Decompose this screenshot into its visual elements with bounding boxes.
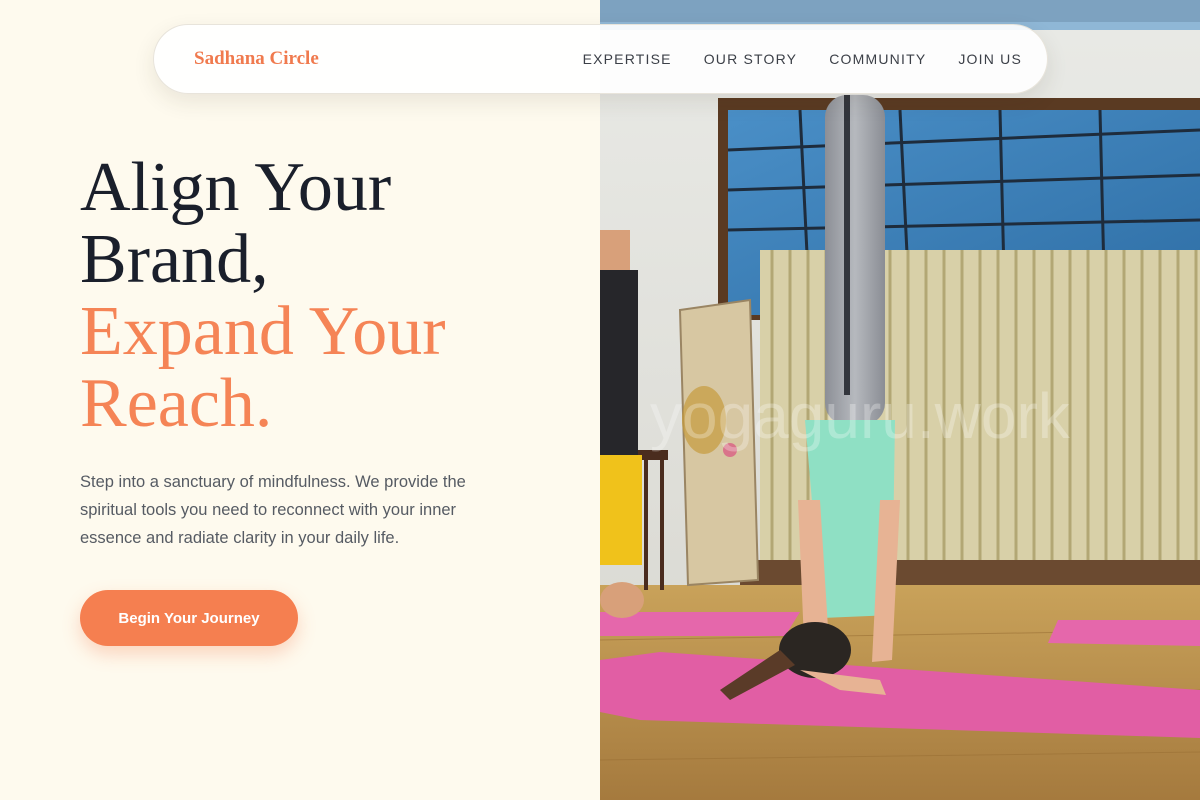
hero-headline: Align Your Brand, Expand Your Reach. <box>80 152 580 440</box>
headline-line-2: Brand, <box>80 221 269 298</box>
nav-link-our-story[interactable]: OUR STORY <box>704 51 798 67</box>
landing-page: yogaguru.work Sadhana Circle EXPERTISE O… <box>0 0 1200 800</box>
headline-accent-line-1: Expand Your <box>80 293 446 370</box>
navbar: Sadhana Circle EXPERTISE OUR STORY COMMU… <box>153 24 1048 94</box>
nav-link-expertise[interactable]: EXPERTISE <box>583 51 672 67</box>
headline-line-1: Align Your <box>80 149 392 226</box>
brand-logo[interactable]: Sadhana Circle <box>194 48 319 70</box>
image-watermark: yogaguru.work <box>650 380 1071 452</box>
hero-yoga-photo: yogaguru.work <box>600 0 1200 800</box>
nav-link-join-us[interactable]: JOIN US <box>958 51 1022 67</box>
nav-links: EXPERTISE OUR STORY COMMUNITY JOIN US <box>551 51 1022 67</box>
nav-link-community[interactable]: COMMUNITY <box>829 51 926 67</box>
hero-description: Step into a sanctuary of mindfulness. We… <box>80 473 466 547</box>
begin-journey-button[interactable]: Begin Your Journey <box>80 590 298 646</box>
headline-accent-line-2: Reach. <box>80 365 273 442</box>
hero-copy: Align Your Brand, Expand Your Reach. Ste… <box>80 152 580 552</box>
